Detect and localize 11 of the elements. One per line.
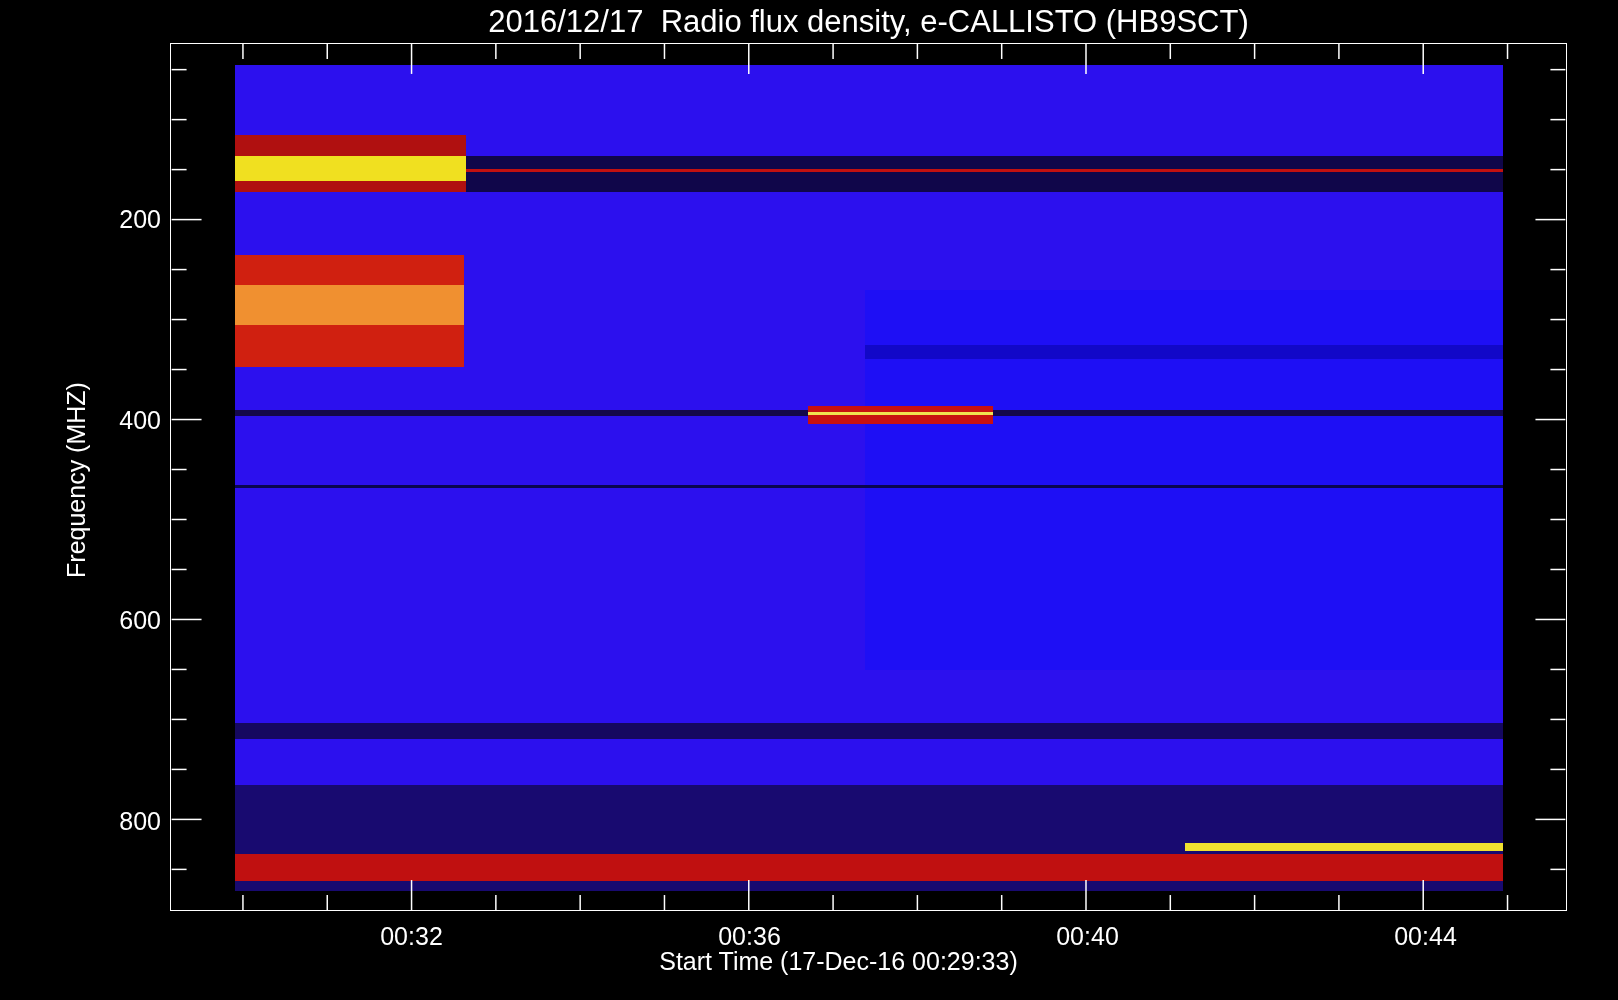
x-axis-label: Start Time (17-Dec-16 00:29:33) [659,949,1018,977]
x-tick-label: 00:32 [380,924,443,949]
x-tick-label: 00:36 [718,924,781,949]
y-tick-label: 800 [119,808,161,834]
y-tick-label: 600 [119,608,161,633]
x-tick-label: 00:40 [1056,924,1119,949]
y-axis-label: Frequency (MHZ) [61,382,91,578]
x-tick-label: 00:44 [1394,924,1457,949]
chart-title: 2016/12/17 Radio flux density, e-CALLISTO (HB9SCT) [488,6,1249,37]
y-tick-label: 400 [119,407,161,433]
y-tick-label: 200 [119,207,161,232]
